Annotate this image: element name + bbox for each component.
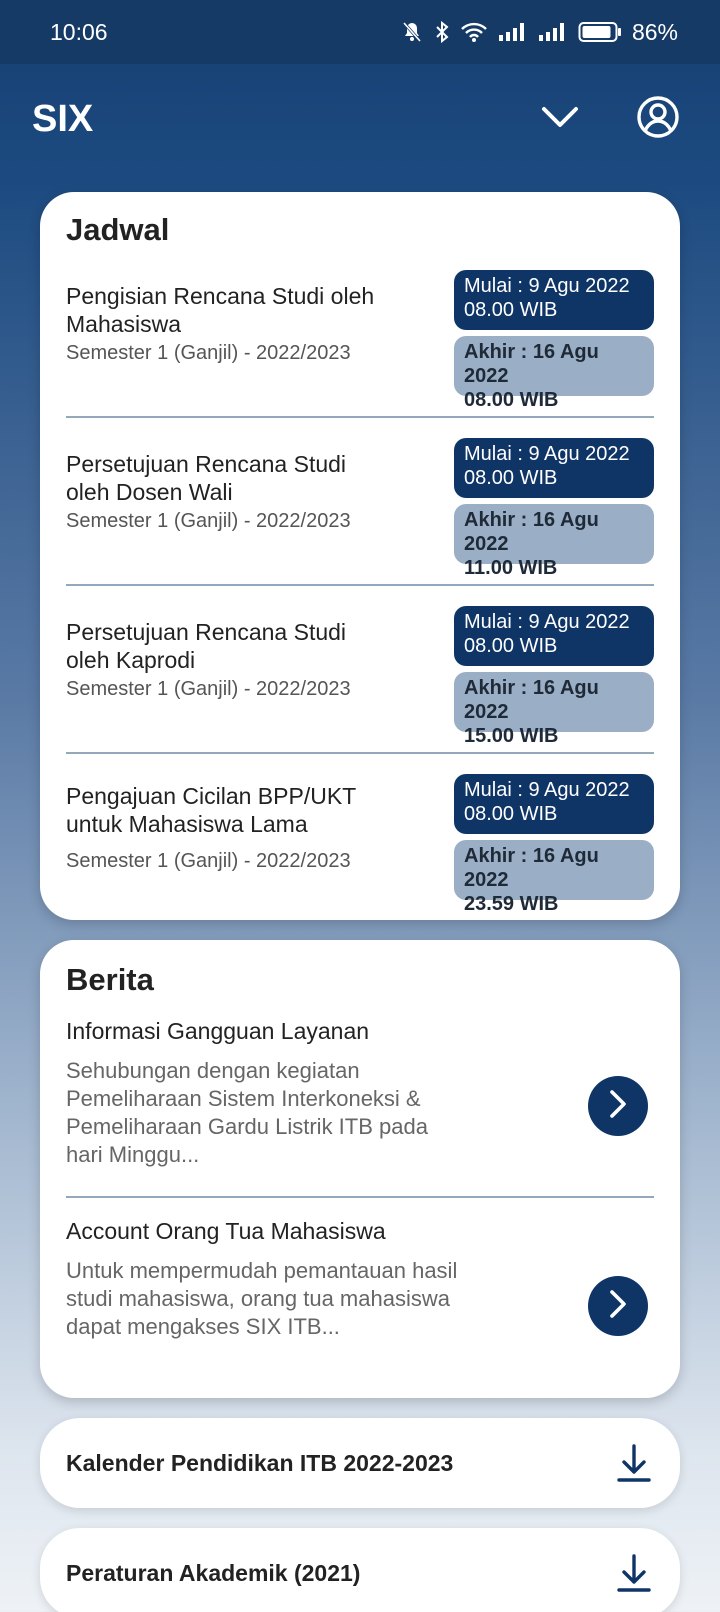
jadwal-card: Jadwal Pengisian Rencana Studi oleh Maha…	[40, 192, 680, 920]
berita-title: Berita	[66, 962, 154, 997]
schedule-name: Pengajuan Cicilan BPP/UKT untuk Mahasisw…	[66, 783, 356, 837]
signal-icon	[498, 22, 528, 42]
start-date-badge: Mulai : 9 Agu 2022 08.00 WIB	[454, 438, 654, 498]
chevron-right-icon	[606, 1089, 630, 1124]
app-bar: SIX	[0, 64, 720, 174]
divider	[66, 584, 654, 586]
start-date-badge: Mulai : 9 Agu 2022 08.00 WIB	[454, 270, 654, 330]
download-title: Kalender Pendidikan ITB 2022-2023	[66, 1449, 454, 1476]
wifi-icon	[460, 21, 488, 43]
news-title: Account Orang Tua Mahasiswa	[66, 1218, 386, 1244]
download-kalender[interactable]: Kalender Pendidikan ITB 2022-2023	[40, 1418, 680, 1508]
end-date-badge: Akhir : 16 Agu 2022 11.00 WIB	[454, 504, 654, 579]
schedule-name: Persetujuan Rencana Studi oleh Dosen Wal…	[66, 451, 347, 505]
news-item[interactable]: Account Orang Tua Mahasiswa Untuk memper…	[66, 1218, 654, 1341]
start-date-badge: Mulai : 9 Agu 2022 08.00 WIB	[454, 606, 654, 666]
chevron-down-icon	[540, 104, 580, 135]
profile-icon	[636, 95, 680, 144]
status-bar: 10:06 86%	[0, 0, 720, 64]
news-title: Informasi Gangguan Layanan	[66, 1018, 370, 1044]
status-time: 10:06	[50, 18, 108, 45]
end-date-badge: Akhir : 16 Agu 2022 08.00 WIB	[454, 336, 654, 411]
status-icons: 86%	[400, 19, 678, 46]
schedule-name: Pengisian Rencana Studi oleh Mahasiswa	[66, 283, 375, 337]
battery-percent: 86%	[631, 18, 678, 45]
end-date-badge: Akhir : 16 Agu 2022 15.00 WIB	[454, 672, 654, 747]
berita-card: Berita Informasi Gangguan Layanan Sehubu…	[40, 940, 680, 1398]
schedule-name: Persetujuan Rencana Studi oleh Kaprodi	[66, 619, 347, 673]
download-icon[interactable]	[614, 1443, 654, 1483]
battery-icon	[578, 21, 622, 43]
open-news-button[interactable]	[588, 1276, 648, 1336]
jadwal-title: Jadwal	[66, 212, 170, 247]
divider	[66, 416, 654, 418]
bell-muted-icon	[400, 20, 424, 44]
download-peraturan[interactable]: Peraturan Akademik (2021)	[40, 1528, 680, 1612]
chevron-right-icon	[606, 1289, 630, 1324]
news-description: Untuk mempermudah pemantauan hasil studi…	[66, 1258, 458, 1339]
download-icon[interactable]	[614, 1553, 654, 1593]
download-title: Peraturan Akademik (2021)	[66, 1559, 361, 1586]
open-news-button[interactable]	[588, 1076, 648, 1136]
divider	[66, 752, 654, 754]
end-date-badge: Akhir : 16 Agu 2022 23.59 WIB	[454, 840, 654, 915]
profile-button[interactable]	[628, 89, 688, 149]
start-date-badge: Mulai : 9 Agu 2022 08.00 WIB	[454, 774, 654, 834]
app-title: SIX	[32, 97, 94, 140]
divider	[66, 1196, 654, 1198]
news-description: Sehubungan dengan kegiatan Pemeliharaan …	[66, 1058, 428, 1167]
menu-dropdown-button[interactable]	[530, 89, 590, 149]
signal-icon	[538, 22, 568, 42]
bluetooth-icon	[434, 20, 450, 44]
news-item[interactable]: Informasi Gangguan Layanan Sehubungan de…	[66, 1018, 654, 1169]
